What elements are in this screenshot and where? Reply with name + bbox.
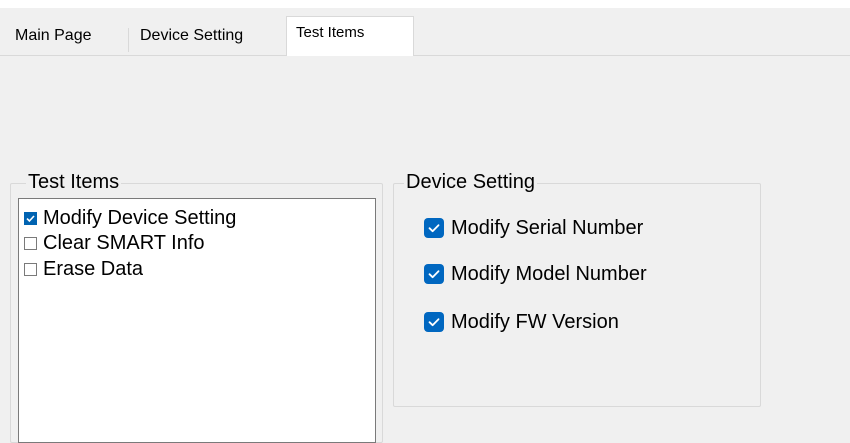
checkbox-checked-icon[interactable] xyxy=(24,211,37,225)
modify-serial-number-label: Modify Serial Number xyxy=(451,216,644,239)
list-item-label: Modify Device Setting xyxy=(43,206,237,229)
modify-fw-version-label: Modify FW Version xyxy=(451,310,619,333)
device-setting-group-title: Device Setting xyxy=(404,170,537,194)
checkbox-checked-icon[interactable] xyxy=(424,218,444,238)
checkbox-checked-icon[interactable] xyxy=(424,312,444,332)
modify-serial-number-checkbox[interactable]: Modify Serial Number xyxy=(424,215,643,241)
tab-device-setting[interactable]: Device Setting xyxy=(131,16,283,55)
modify-model-number-checkbox[interactable]: Modify Model Number xyxy=(424,261,647,287)
checkbox-checked-icon[interactable] xyxy=(424,264,444,284)
tab-device-setting-label: Device Setting xyxy=(140,27,244,44)
tab-test-items-label: Test Items xyxy=(296,24,365,41)
test-items-listbox[interactable]: Modify Device Setting Clear SMART Info E… xyxy=(18,198,376,443)
checkbox-unchecked-icon[interactable] xyxy=(24,262,37,276)
list-item-modify-device-setting[interactable]: Modify Device Setting xyxy=(24,207,236,229)
list-item-label: Clear SMART Info xyxy=(43,231,205,254)
list-item-erase-data[interactable]: Erase Data xyxy=(24,258,143,280)
tab-test-items[interactable]: Test Items xyxy=(286,16,414,56)
tab-main-page-label: Main Page xyxy=(15,27,92,44)
list-item-label: Erase Data xyxy=(43,257,144,280)
tab-divider xyxy=(128,28,129,52)
modify-model-number-label: Modify Model Number xyxy=(451,262,647,285)
window-top-strip xyxy=(0,0,850,8)
modify-fw-version-checkbox[interactable]: Modify FW Version xyxy=(424,309,619,335)
test-items-group-title: Test Items xyxy=(26,170,122,194)
tab-main-page[interactable]: Main Page xyxy=(6,16,126,55)
checkbox-unchecked-icon[interactable] xyxy=(24,236,37,250)
tab-bar: Main Page Device Setting Test Items xyxy=(0,8,850,56)
list-item-clear-smart-info[interactable]: Clear SMART Info xyxy=(24,232,205,254)
